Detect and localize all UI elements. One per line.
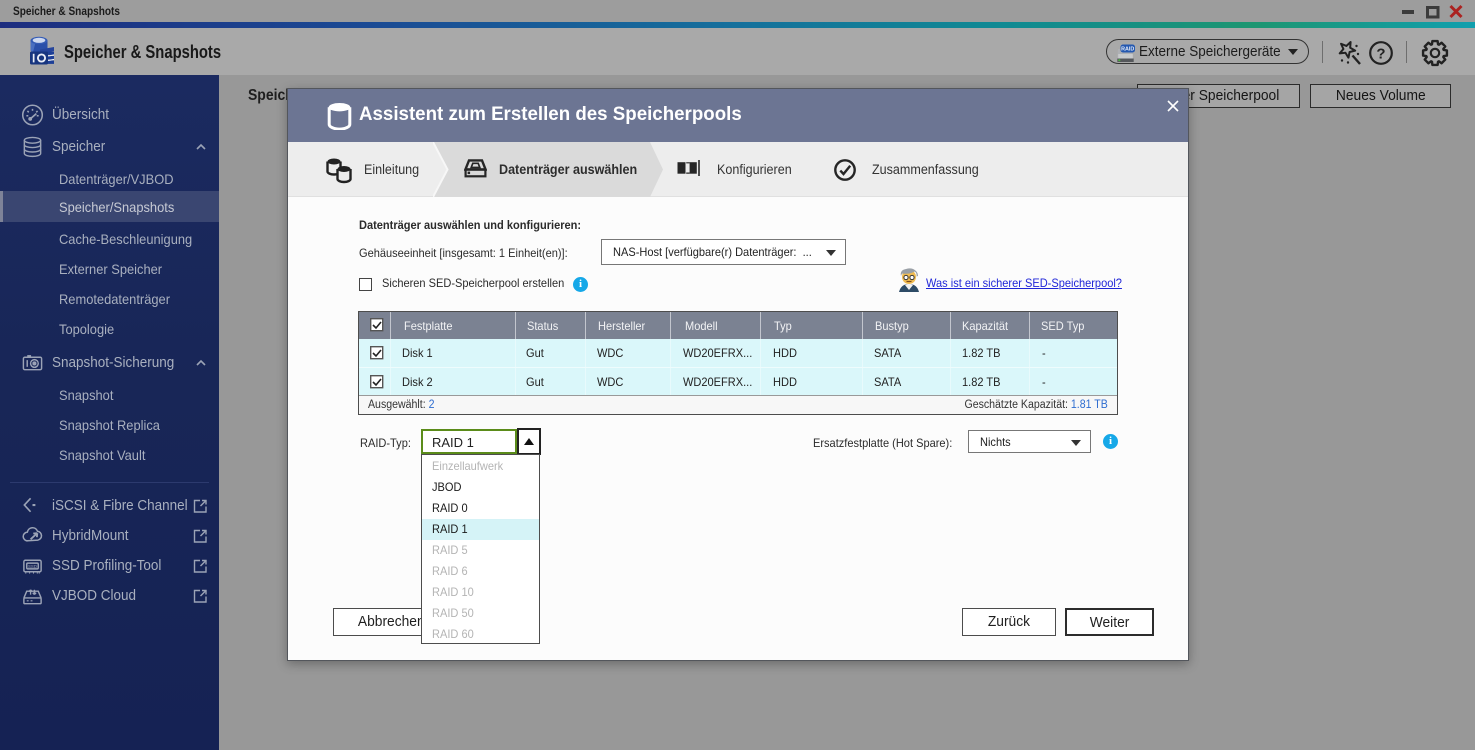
svg-text:SSD: SSD <box>28 564 37 569</box>
svg-text:RAID: RAID <box>1121 47 1134 53</box>
svg-text:?: ? <box>1376 46 1385 63</box>
